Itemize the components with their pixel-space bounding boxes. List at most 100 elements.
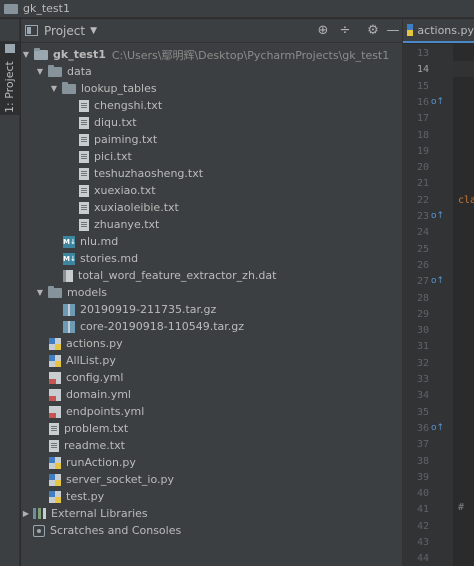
collapse-icon[interactable]: ÷ [337, 23, 353, 39]
folder-icon [48, 285, 62, 298]
line-number: 21 [416, 178, 429, 190]
tree-item-file[interactable]: config.yml [21, 369, 402, 386]
tree-item-label: config.yml [66, 371, 124, 384]
root-name: gk_test1 [53, 48, 106, 61]
line-number: 23 [416, 211, 429, 222]
tree-item-file[interactable]: test.py [21, 488, 402, 505]
tree-item-file[interactable]: xuexiao.txt [21, 182, 402, 199]
editor-tab-actions[interactable]: actions.py [403, 19, 474, 43]
text-file-icon [79, 201, 89, 214]
tree-item-file[interactable]: runAction.py [21, 454, 402, 471]
chevron-down-icon[interactable]: ▼ [90, 26, 97, 36]
markdown-file-icon: M↓ [63, 235, 76, 248]
tree-item-file[interactable]: core-20190918-110549.tar.gz [21, 318, 402, 335]
tree-item-file[interactable]: 20190919-211735.tar.gz [21, 301, 402, 318]
line-gutter: 13 14 15 16 o↑ 17 18 19 20 21 22 23 o↑ 24 25 26 27 o↑ 28 29… [403, 44, 453, 566]
data-file-icon [63, 269, 73, 282]
tree-item-file[interactable]: server_socket_io.py [21, 471, 402, 488]
tree-item-file[interactable]: readme.txt [21, 437, 402, 454]
tree-item-file[interactable]: total_word_feature_extractor_zh.dat [21, 267, 402, 284]
scratches-icon [33, 524, 45, 537]
tree-item-file[interactable]: AllList.py [21, 352, 402, 369]
tree-root[interactable]: ▼ gk_test1 C:\Users\鄢明辉\Desktop\PycharmP… [21, 46, 402, 63]
root-path: C:\Users\鄢明辉\Desktop\PycharmProjects\gk_… [111, 48, 390, 62]
line-number: 37 [416, 439, 429, 451]
line-number: 42 [416, 520, 429, 532]
override-marker-icon[interactable]: o↑ [431, 211, 444, 221]
code-fragment: # [458, 502, 465, 513]
python-file-icon [49, 337, 61, 350]
line-number: 25 [416, 243, 429, 255]
tree-item-file[interactable]: M↓ nlu.md [21, 233, 402, 250]
tree-item-external-libraries[interactable]: ▶ External Libraries [21, 505, 402, 522]
tree-item-scratches[interactable]: Scratches and Consoles [21, 522, 402, 539]
line-number: 15 [416, 80, 429, 92]
project-tool-tab-label: 1: Project [3, 61, 16, 113]
tree-item-file[interactable]: M↓ stories.md [21, 250, 402, 267]
project-tool-tab[interactable]: 1: Project [0, 41, 20, 115]
line-number: 32 [416, 357, 429, 369]
crosshair-icon[interactable]: ⊕ [315, 23, 331, 39]
tree-item-file[interactable]: teshuzhaosheng.txt [21, 165, 402, 182]
gear-icon[interactable]: ⚙ [365, 23, 381, 39]
tree-item-label: xuexiao.txt [94, 184, 156, 197]
folder-icon [34, 47, 48, 60]
tree-item-label: Scratches and Consoles [50, 524, 182, 537]
tree-item-label: paiming.txt [94, 133, 158, 146]
line-number: 16 [416, 96, 429, 108]
tree-item-file[interactable]: domain.yml [21, 386, 402, 403]
tree-item-label: zhuanye.txt [94, 218, 160, 231]
folder-icon [62, 81, 76, 94]
text-file-icon [79, 133, 89, 146]
tree-item-label: teshuzhaosheng.txt [94, 167, 204, 180]
line-number: 17 [416, 113, 429, 125]
tree-item-label: data [67, 65, 92, 78]
override-marker-icon[interactable]: o↑ [431, 423, 444, 433]
tree-item-models[interactable]: ▼ models [21, 284, 402, 301]
tree-item-label: External Libraries [51, 507, 148, 520]
yaml-file-icon [49, 371, 61, 384]
tree-item-file[interactable]: xuxiaoleibie.txt [21, 199, 402, 216]
tree-item-label: total_word_feature_extractor_zh.dat [78, 269, 277, 282]
line-number: 41 [416, 504, 429, 516]
archive-file-icon [63, 303, 75, 316]
tree-item-file[interactable]: chengshi.txt [21, 97, 402, 114]
code-fragment: cla [458, 195, 474, 206]
tree-item-label: models [67, 286, 107, 299]
project-view-selector[interactable]: Project [44, 24, 85, 38]
tree-item-file[interactable]: actions.py [21, 335, 402, 352]
minimize-icon[interactable]: — [385, 23, 401, 39]
expand-arrow-icon[interactable]: ▶ [21, 509, 31, 518]
tree-item-data[interactable]: ▼ data [21, 63, 402, 80]
expand-arrow-icon[interactable]: ▼ [35, 67, 45, 76]
tree-item-file[interactable]: pici.txt [21, 148, 402, 165]
text-file-icon [79, 218, 89, 231]
tree-item-file[interactable]: paiming.txt [21, 131, 402, 148]
line-number: 28 [416, 292, 429, 304]
tree-item-label: stories.md [80, 252, 139, 265]
tree-item-label: xuxiaoleibie.txt [94, 201, 179, 214]
override-marker-icon[interactable]: o↑ [431, 97, 444, 107]
line-number: 33 [416, 374, 429, 385]
tree-item-file[interactable]: endpoints.yml [21, 403, 402, 420]
python-file-icon [49, 473, 61, 486]
line-number: 24 [416, 227, 429, 239]
tree-item-file[interactable]: diqu.txt [21, 114, 402, 131]
library-icon [33, 508, 46, 519]
expand-arrow-icon[interactable]: ▼ [49, 84, 59, 93]
tree-item-file[interactable]: zhuanye.txt [21, 216, 402, 233]
line-number: 34 [416, 390, 429, 402]
expand-arrow-icon[interactable]: ▼ [21, 50, 31, 59]
project-panel-header: Project ▼ ⊕ ÷ ⚙ — [21, 19, 402, 43]
tree-item-label: lookup_tables [81, 82, 157, 95]
line-number: 36 [416, 422, 429, 434]
text-file-icon [79, 167, 89, 180]
tree-item-file[interactable]: problem.txt [21, 420, 402, 437]
tree-item-lookup-tables[interactable]: ▼ lookup_tables [21, 80, 402, 97]
text-file-icon [79, 150, 89, 163]
python-file-icon [49, 456, 61, 469]
override-marker-icon[interactable]: o↑ [431, 276, 444, 286]
tree-item-label: AllList.py [66, 354, 116, 367]
expand-arrow-icon[interactable]: ▼ [35, 288, 45, 297]
line-number: 22 [416, 194, 429, 206]
